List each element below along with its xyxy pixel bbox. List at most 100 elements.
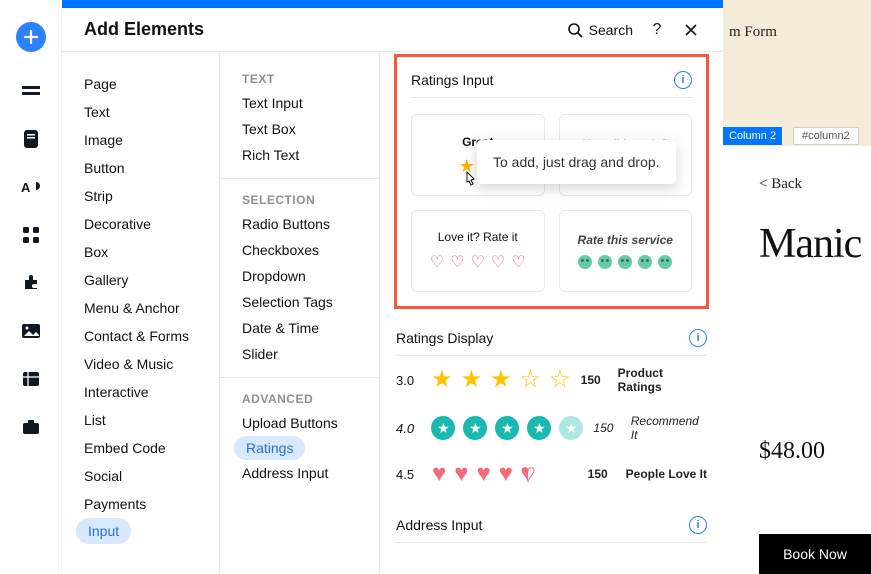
category-item[interactable]: Menu & Anchor: [62, 294, 219, 322]
sub-item[interactable]: Address Input: [220, 460, 379, 486]
category-item[interactable]: Social: [62, 462, 219, 490]
heart-icon: ♥: [499, 462, 513, 486]
category-item[interactable]: List: [62, 406, 219, 434]
ratings-display-card[interactable]: 4.0 ★ ★ ★ ★ ★ 150 Recommend It: [396, 404, 707, 452]
document-icon[interactable]: [20, 130, 42, 148]
section-title: Ratings Input: [411, 72, 494, 88]
category-item[interactable]: Image: [62, 126, 219, 154]
apps-icon[interactable]: [20, 226, 42, 244]
heart-icon: ♥: [454, 462, 468, 486]
heart-icon: ♡: [511, 252, 525, 272]
panel-header: Add Elements Search ?: [62, 8, 723, 52]
card-label: Love it? Rate it: [438, 230, 518, 244]
add-button[interactable]: [16, 22, 46, 52]
product-price: $48.00: [759, 438, 825, 465]
category-item[interactable]: Payments: [62, 490, 219, 518]
sub-item-selected[interactable]: Ratings: [234, 436, 305, 460]
sub-item[interactable]: Text Box: [220, 116, 379, 142]
ratings-input-section: Ratings Input i Great ★ ★ How did we do?: [394, 54, 709, 309]
rating-value: 4.0: [396, 421, 421, 436]
category-item[interactable]: Interactive: [62, 378, 219, 406]
rating-value: 3.0: [396, 373, 421, 388]
sub-item[interactable]: Upload Buttons: [220, 410, 379, 436]
section-title: Ratings Display: [396, 330, 493, 346]
address-input-section: Address Input i: [394, 496, 709, 543]
book-now-button[interactable]: Book Now: [759, 534, 871, 574]
heart-icon: ♡: [430, 252, 444, 272]
star-icon: ☆: [520, 368, 542, 392]
star-icon: ★: [527, 416, 551, 440]
data-icon[interactable]: [20, 370, 42, 388]
star-icon: ★: [463, 416, 487, 440]
category-item[interactable]: Strip: [62, 182, 219, 210]
close-button[interactable]: [681, 20, 701, 40]
card-label: Rate this service: [578, 233, 673, 247]
star-icon: ★: [461, 368, 483, 392]
left-rail: A: [0, 0, 62, 574]
info-icon[interactable]: i: [689, 329, 707, 347]
form-label: m Form: [729, 24, 777, 41]
rating-label: Product Ratings: [618, 366, 707, 394]
pages-icon[interactable]: [20, 82, 42, 100]
ratings-display-card[interactable]: 3.0 ★ ★ ★ ☆ ☆ 150 Product Ratings: [396, 356, 707, 404]
heart-icon: ♥: [432, 462, 446, 486]
category-item[interactable]: Embed Code: [62, 434, 219, 462]
ratings-display-card[interactable]: 4.5 ♥ ♥ ♥ ♥ ♥ 150 People Love It: [396, 452, 707, 496]
section-title: Address Input: [396, 517, 482, 533]
category-item[interactable]: Contact & Forms: [62, 322, 219, 350]
sub-item[interactable]: Dropdown: [220, 263, 379, 289]
ratings-input-card[interactable]: Love it? Rate it ♡ ♡ ♡ ♡ ♡: [411, 210, 545, 292]
help-button[interactable]: ?: [647, 20, 667, 40]
sub-item[interactable]: Checkboxes: [220, 237, 379, 263]
media-icon[interactable]: [20, 322, 42, 340]
theme-icon[interactable]: A: [20, 178, 42, 196]
alien-icon: [598, 255, 612, 269]
column-tag[interactable]: Column 2: [723, 127, 782, 145]
category-item[interactable]: Gallery: [62, 266, 219, 294]
category-item[interactable]: Button: [62, 154, 219, 182]
plugin-icon[interactable]: [20, 274, 42, 292]
canvas-preview: m Form Column 2 #column2 < Back Manic $4…: [723, 0, 871, 574]
star-icon: ★: [431, 416, 455, 440]
sub-item[interactable]: Date & Time: [220, 315, 379, 341]
heart-icon: ♥: [521, 462, 535, 486]
panel-title: Add Elements: [84, 19, 553, 40]
star-icon: ★: [490, 368, 512, 392]
business-icon[interactable]: [20, 418, 42, 436]
star-icon: ★: [495, 416, 519, 440]
info-icon[interactable]: i: [689, 516, 707, 534]
info-icon[interactable]: i: [674, 71, 692, 89]
sub-item[interactable]: Selection Tags: [220, 289, 379, 315]
sub-item[interactable]: Rich Text: [220, 142, 379, 168]
rating-count: 150: [581, 373, 608, 387]
category-item-selected[interactable]: Input: [76, 518, 131, 544]
sub-item[interactable]: Text Input: [220, 90, 379, 116]
drag-tooltip: To add, just drag and drop.: [477, 140, 676, 184]
divider: [220, 377, 379, 378]
star-icon: ★: [559, 416, 583, 440]
column-id[interactable]: #column2: [793, 127, 859, 145]
alien-icon: [578, 255, 592, 269]
heart-icons: ♡ ♡ ♡ ♡ ♡: [430, 252, 526, 272]
add-elements-panel: Add Elements Search ? Page Text Image Bu…: [62, 8, 723, 574]
star-icon: ★: [431, 368, 453, 392]
back-link[interactable]: < Back: [759, 176, 802, 193]
search-button[interactable]: Search: [567, 22, 633, 38]
rating-value: 4.5: [396, 467, 422, 482]
category-item[interactable]: Decorative: [62, 210, 219, 238]
ratings-input-card[interactable]: Rate this service: [559, 210, 693, 292]
heart-icon: ♡: [471, 252, 485, 272]
top-accent-bar: [62, 0, 723, 8]
search-icon: [567, 22, 583, 38]
group-label: ADVANCED: [220, 386, 379, 410]
sub-item[interactable]: Slider: [220, 341, 379, 367]
svg-text:A: A: [21, 180, 31, 195]
rating-count: 150: [593, 421, 620, 435]
category-item[interactable]: Text: [62, 98, 219, 126]
category-item[interactable]: Video & Music: [62, 350, 219, 378]
alien-icon: [638, 255, 652, 269]
category-item[interactable]: Page: [62, 70, 219, 98]
category-item[interactable]: Box: [62, 238, 219, 266]
sub-item[interactable]: Radio Buttons: [220, 211, 379, 237]
rating-label: Recommend It: [631, 414, 707, 442]
